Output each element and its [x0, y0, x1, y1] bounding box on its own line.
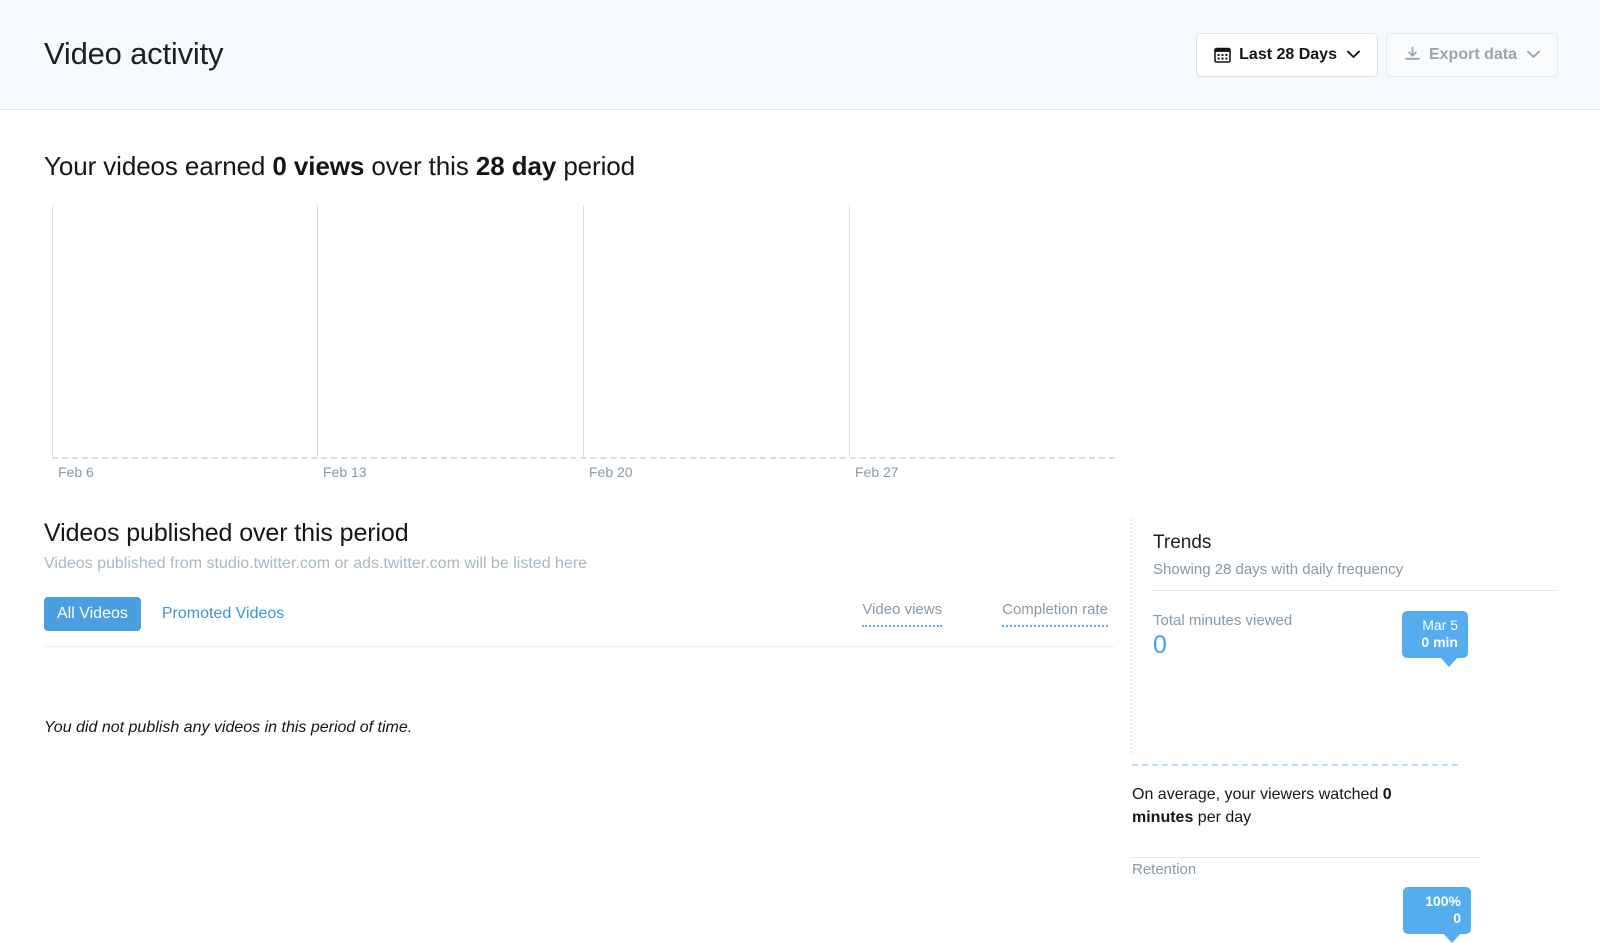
retention-tooltip: 100% 0 — [1403, 887, 1471, 943]
column-headers: Video views Completion rate — [862, 601, 1114, 627]
retention-label: Retention — [1132, 861, 1197, 878]
chart-gridline — [317, 205, 318, 457]
summary-middle: over this — [364, 151, 476, 181]
tab-promoted-videos[interactable]: Promoted Videos — [149, 597, 297, 631]
published-videos-panel: Videos published over this period Videos… — [44, 519, 1130, 753]
chevron-down-icon — [1347, 47, 1360, 62]
average-suffix: per day — [1193, 809, 1252, 827]
retention-tooltip-percent: 100% — [1425, 893, 1461, 909]
header-actions: Last 28 Days Export data — [1196, 32, 1558, 77]
trends-subtitle: Showing 28 days with daily frequency — [1153, 561, 1404, 578]
retention-tooltip-value: 0 — [1453, 910, 1461, 927]
summary-headline: Your videos earned 0 views over this 28 … — [44, 151, 1556, 182]
published-title: Videos published over this period — [44, 519, 409, 547]
empty-state-message: You did not publish any videos in this p… — [44, 719, 413, 736]
date-range-label: Last 28 Days — [1239, 45, 1337, 63]
tabs-row: All Videos Promoted Videos Video views C… — [44, 597, 1114, 647]
minutes-tooltip-value: 0 min — [1421, 634, 1458, 651]
download-icon — [1404, 46, 1421, 63]
chart-xtick-label: Feb 27 — [855, 464, 899, 480]
video-tabs: All Videos Promoted Videos — [44, 597, 297, 631]
chevron-down-icon — [1527, 47, 1540, 62]
trends-panel: Trends Showing 28 days with daily freque… — [1130, 519, 1556, 943]
main-content: Your videos earned 0 views over this 28 … — [0, 151, 1600, 943]
summary-suffix: period — [556, 151, 636, 181]
column-header-completion-rate[interactable]: Completion rate — [1002, 601, 1108, 627]
minutes-chart-baseline — [1132, 764, 1458, 766]
summary-prefix: Your videos earned — [44, 151, 273, 181]
export-data-label: Export data — [1428, 45, 1517, 63]
chart-xtick-label: Feb 13 — [323, 464, 367, 480]
total-minutes-label: Total minutes viewed — [1153, 612, 1293, 629]
average-prefix: On average, your viewers watched — [1132, 786, 1383, 803]
calendar-icon — [1214, 46, 1231, 63]
chart-gridline — [849, 205, 850, 457]
average-watch-text: On average, your viewers watched 0 minut… — [1132, 783, 1432, 829]
video-views-chart: Feb 6 Feb 13 Feb 20 Feb 27 — [44, 205, 1115, 495]
minutes-tooltip-date: Mar 5 — [1422, 617, 1458, 633]
chart-gridline — [583, 205, 584, 457]
column-header-video-views[interactable]: Video views — [862, 601, 943, 627]
summary-views: 0 views — [272, 151, 365, 181]
published-subtitle: Videos published from studio.twitter.com… — [44, 555, 588, 572]
tab-all-videos[interactable]: All Videos — [44, 597, 141, 631]
chart-plot-area — [52, 205, 1107, 457]
page-title: Video activity — [44, 36, 224, 72]
trends-title: Trends — [1153, 532, 1212, 553]
summary-period: 28 day — [475, 151, 557, 181]
export-data-button[interactable]: Export data — [1385, 32, 1558, 77]
chart-baseline — [52, 457, 1115, 459]
retention-divider — [1132, 857, 1480, 858]
chart-gridline — [52, 205, 53, 457]
minutes-tooltip: Mar 5 0 min — [1402, 611, 1468, 668]
total-minutes-value: 0 — [1153, 631, 1167, 659]
lower-section: Videos published over this period Videos… — [44, 519, 1556, 943]
chart-xtick-label: Feb 20 — [589, 464, 633, 480]
trends-divider — [1153, 590, 1556, 591]
date-range-button[interactable]: Last 28 Days — [1196, 32, 1378, 77]
chart-xtick-label: Feb 6 — [58, 464, 94, 480]
page-header: Video activity Last 28 Days Export data — [0, 0, 1600, 110]
